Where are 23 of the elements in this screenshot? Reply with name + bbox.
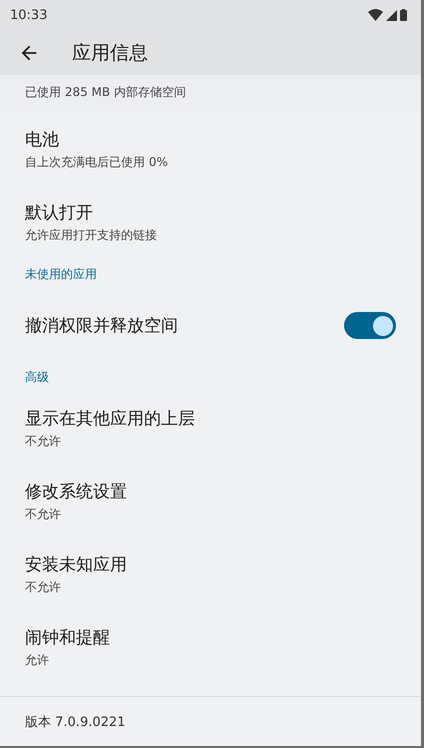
item-subtitle: 不允许 [25,433,62,450]
page-title: 应用信息 [72,40,148,66]
item-subtitle: 允许 [25,652,50,669]
item-title[interactable]: 闹钟和提醒 [25,626,110,649]
item-subtitle: 允许应用打开支持的链接 [25,227,157,244]
section-header: 高级 [24,369,50,386]
item-subtitle: 不允许 [25,579,62,596]
item-title[interactable]: 修改系统设置 [25,480,127,503]
signal-icon [386,10,397,20]
wifi-icon [368,9,383,21]
item-title[interactable]: 电池 [25,128,168,151]
item-subtitle: 自上次充满电后已使用 0% [25,154,168,171]
item-title[interactable]: 默认打开 [25,201,157,224]
item-title[interactable]: 显示在其他应用的上层 [25,407,195,430]
section-header: 未使用的应用 [24,266,98,283]
item-title[interactable]: 撤消权限并释放空间 [25,314,178,337]
item-title[interactable]: 安装未知应用 [25,553,127,576]
toggle-switch[interactable] [344,312,396,339]
item-subtitle: 不允许 [25,506,62,523]
battery-icon [400,9,407,21]
status-time: 10:33 [10,8,48,22]
item-subtitle: 已使用 285 MB 内部存储空间 [25,84,187,101]
version-text: 版本 7.0.9.0221 [25,714,126,730]
